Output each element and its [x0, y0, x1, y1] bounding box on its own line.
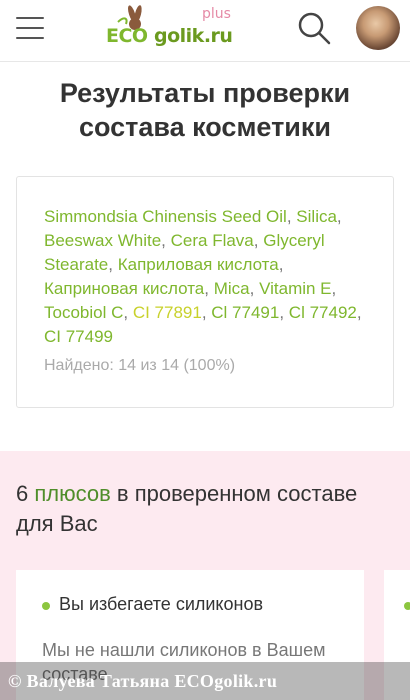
ingredient-separator: , — [336, 207, 342, 226]
plus-card-title: Вы избегаете силиконов — [59, 594, 264, 614]
bullet-dot-icon — [42, 602, 50, 610]
page-title-line2: состава косметики — [78, 112, 332, 142]
menu-bar — [16, 27, 44, 29]
page-title: Результаты проверки состава косметики — [0, 76, 410, 144]
hamburger-menu-icon[interactable] — [16, 15, 44, 41]
page-title-line1: Результаты проверки — [59, 78, 351, 108]
ingredient-link[interactable]: Каприновая кислота — [44, 279, 204, 298]
found-summary: Найдено: 14 из 14 (100%) — [44, 357, 236, 374]
ingredient-separator: , — [356, 303, 362, 322]
ingredient-separator: , — [123, 303, 133, 322]
ingredient-link[interactable]: Cl 77491 — [211, 303, 279, 322]
ingredient-separator: , — [253, 231, 264, 250]
ingredient-link[interactable]: Mica — [214, 279, 250, 298]
search-icon[interactable] — [296, 10, 332, 46]
header: ECO golik.ru plus — [0, 0, 410, 62]
ingredient-link[interactable]: CI 77499 — [44, 327, 113, 346]
ingredient-link[interactable]: Simmondsia Chinensis Seed Oil — [44, 207, 287, 226]
user-avatar[interactable] — [356, 6, 400, 50]
bullet-dot-icon — [404, 602, 410, 610]
menu-bar — [16, 17, 44, 19]
logo-golik-text: golik.ru — [154, 25, 233, 47]
ingredient-link[interactable]: Cl 77492 — [289, 303, 357, 322]
ingredients-list: Simmondsia Chinensis Seed Oil, Silica, B… — [44, 205, 374, 349]
pluses-word-link[interactable]: плюсов — [34, 481, 110, 506]
ingredient-separator: , — [249, 279, 260, 298]
ingredient-separator: , — [201, 303, 212, 322]
logo-eco-text: ECO — [106, 25, 148, 47]
ingredient-link[interactable]: CI 77891 — [133, 303, 202, 322]
watermark-overlay: © Валуева Татьяна ECOgolik.ru — [0, 662, 410, 700]
ingredient-link[interactable]: Cera Flava — [171, 231, 254, 250]
pluses-count: 6 — [16, 481, 29, 506]
ingredient-link[interactable]: Beeswax White — [44, 231, 161, 250]
ingredient-separator: , — [286, 207, 297, 226]
ingredient-link[interactable]: Каприловая кислота — [118, 255, 279, 274]
ecogolik-logo[interactable]: ECO golik.ru plus — [104, 5, 244, 52]
menu-bar — [16, 37, 44, 39]
ingredient-link[interactable]: Tocobiol C — [44, 303, 123, 322]
pluses-heading: 6 плюсов в проверенном составе для Вас — [16, 479, 396, 539]
ingredient-separator: , — [331, 279, 337, 298]
ingredient-separator: , — [108, 255, 118, 274]
ingredient-separator: , — [278, 255, 284, 274]
ingredients-card: Simmondsia Chinensis Seed Oil, Silica, B… — [16, 176, 394, 408]
ingredient-separator: , — [279, 303, 289, 322]
watermark-text: © Валуева Татьяна ECOgolik.ru — [8, 671, 278, 691]
ingredient-separator: , — [204, 279, 214, 298]
ingredient-link[interactable]: Silica — [296, 207, 337, 226]
logo-plus-text: plus — [202, 6, 231, 22]
ingredient-link[interactable]: Vitamin E — [259, 279, 331, 298]
ingredient-separator: , — [161, 231, 171, 250]
